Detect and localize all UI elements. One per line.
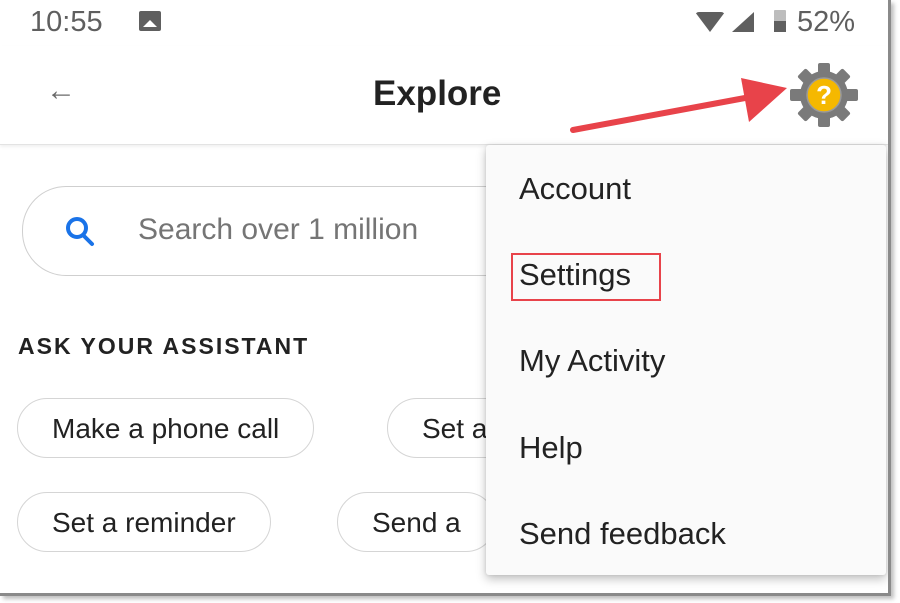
menu-item-help[interactable]: Help [519,430,583,466]
battery-icon [774,10,786,32]
cell-signal-icon [732,12,754,32]
image-icon [139,11,161,31]
search-placeholder: Search over 1 million [138,213,419,246]
wifi-icon [695,12,725,32]
annotation-arrow-icon [570,78,787,133]
section-title: ASK YOUR ASSISTANT [18,333,310,359]
chip-make-phone-call[interactable]: Make a phone call [17,398,315,458]
status-time: 10:55 [30,6,103,38]
arrow-back-icon[interactable]: ← [46,76,78,106]
chip-set-reminder[interactable]: Set a reminder [17,492,271,552]
menu-item-my-activity[interactable]: My Activity [519,343,665,379]
battery-percent: 52% [797,6,856,38]
menu-item-send-feedback[interactable]: Send feedback [519,516,726,552]
help-glyph: ? [816,80,832,110]
search-icon [66,217,94,246]
screenshot-frame: 10:55 52% ← Explore ? Search over 1 mill… [0,0,891,596]
chip-send-a[interactable]: Send a [337,492,496,552]
page-title: Explore [373,74,502,113]
menu-item-account[interactable]: Account [519,171,631,207]
overflow-menu: Account Settings My Activity Help Send f… [486,145,886,575]
gear-help-icon[interactable]: ? [786,62,862,128]
menu-item-settings[interactable]: Settings [519,257,631,293]
status-bar: 10:55 52% [0,0,888,46]
